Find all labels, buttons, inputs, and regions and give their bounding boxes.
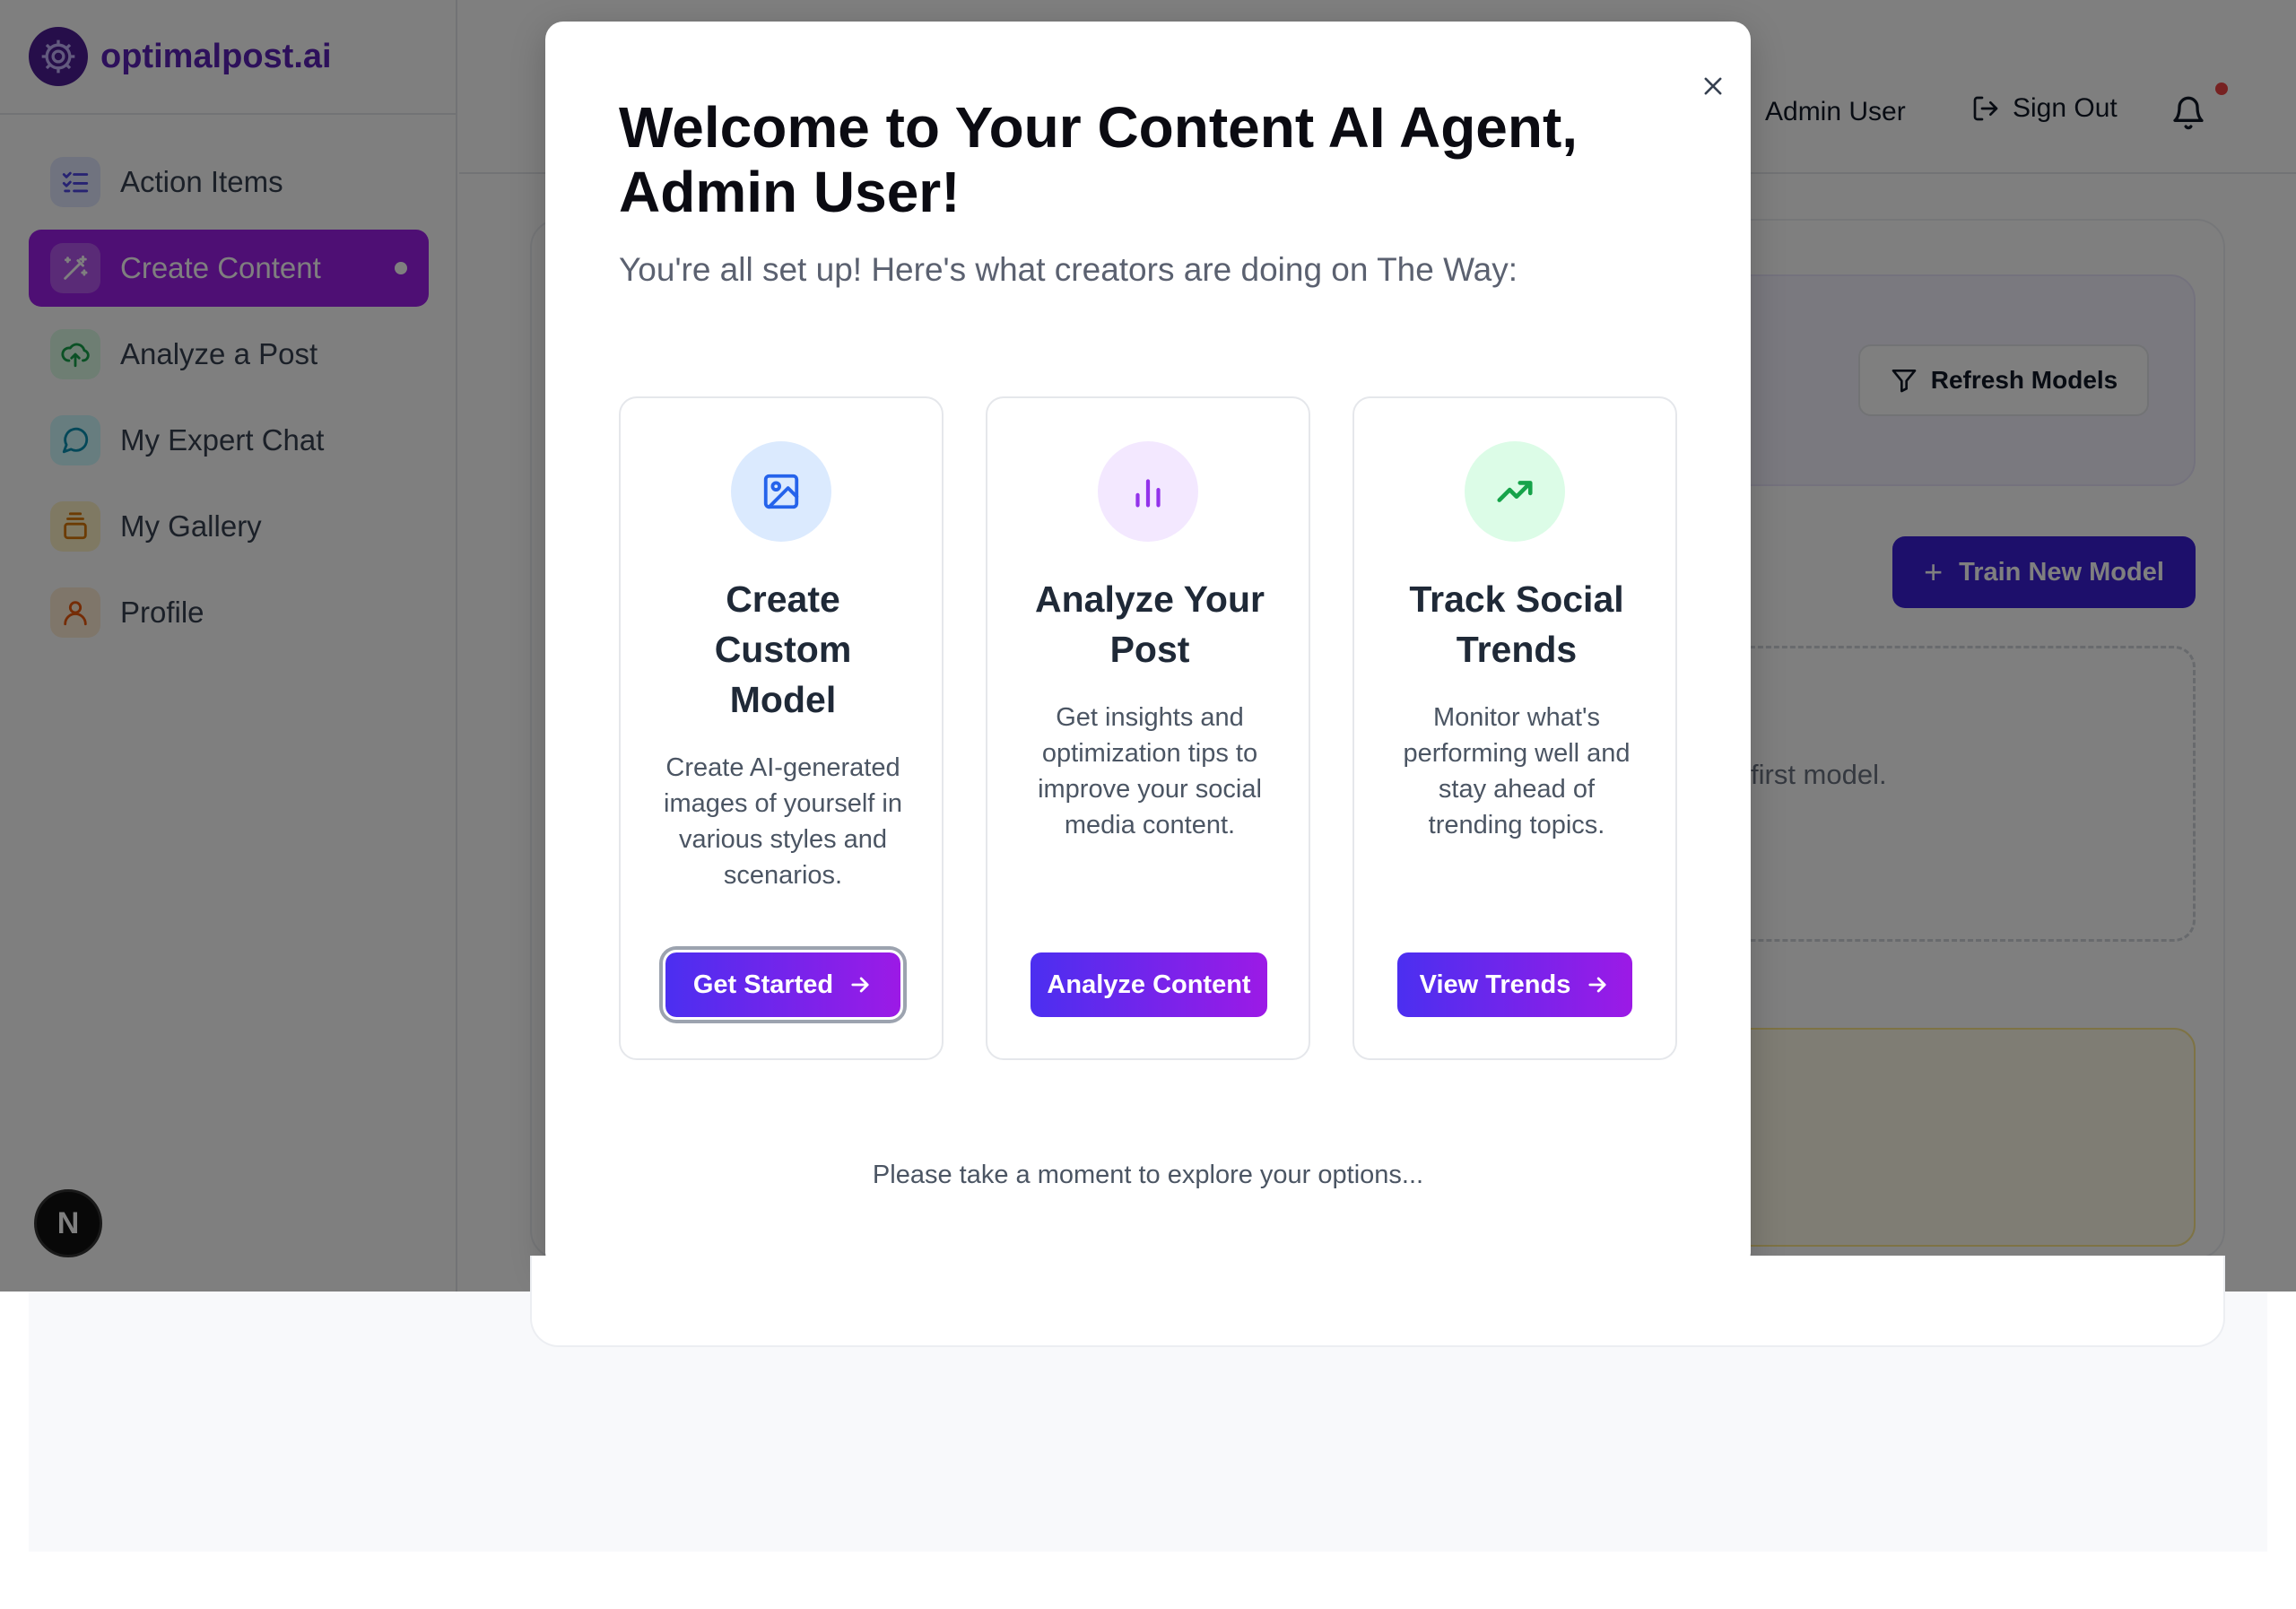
get-started-button[interactable]: Get Started <box>663 950 903 1020</box>
feature-card-analyze-your-post: Analyze Your Post Get insights and optim… <box>986 396 1310 1060</box>
modal-footer-text: Please take a moment to explore your opt… <box>872 1161 1424 1189</box>
arrow-right-icon <box>848 972 873 997</box>
main-card-bottom <box>530 1256 2225 1347</box>
card-title: Track Social Trends <box>1409 578 1624 670</box>
app-root: optimalpost.ai Action Items Create Conte… <box>0 0 2296 1292</box>
view-trends-button[interactable]: View Trends <box>1397 952 1632 1017</box>
card-description: Monitor what's performing well and stay … <box>1403 703 1631 839</box>
image-icon <box>731 441 831 542</box>
card-description: Get insights and optimization tips to im… <box>1038 703 1262 839</box>
close-icon[interactable] <box>1692 65 1735 108</box>
bar-chart-icon <box>1098 441 1198 542</box>
get-started-label: Get Started <box>692 970 834 999</box>
card-title: Create Custom Model <box>714 578 852 720</box>
arrow-right-icon <box>1585 972 1610 997</box>
feature-card-track-social-trends: Track Social Trends Monitor what's perfo… <box>1352 396 1677 1060</box>
feature-cards: Create Custom Model Create AI-generated … <box>619 396 1677 1060</box>
view-trends-label: View Trends <box>1419 970 1571 999</box>
welcome-modal: Welcome to Your Content AI Agent, Admin … <box>545 22 1751 1270</box>
modal-subtitle: You're all set up! Here's what creators … <box>619 251 1518 288</box>
analyze-content-label: Analyze Content <box>1047 970 1251 999</box>
card-description: Create AI-generated images of yourself i… <box>664 753 902 890</box>
modal-title: Welcome to Your Content AI Agent, Admin … <box>619 95 1578 224</box>
card-title: Analyze Your Post <box>1035 578 1265 670</box>
trending-up-icon <box>1465 441 1565 542</box>
analyze-content-button[interactable]: Analyze Content <box>1031 952 1267 1017</box>
feature-card-create-custom-model: Create Custom Model Create AI-generated … <box>619 396 944 1060</box>
